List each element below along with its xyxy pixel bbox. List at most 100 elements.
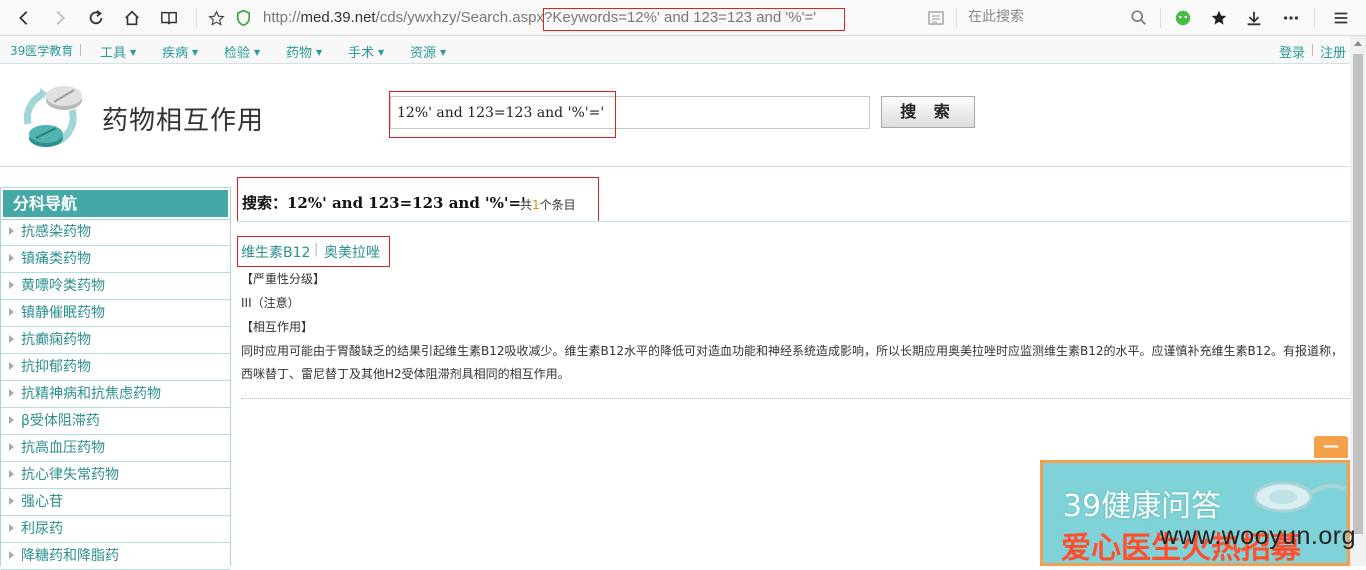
watermark: www.wooyun.org bbox=[1160, 522, 1356, 550]
downloads-button[interactable] bbox=[1240, 4, 1268, 32]
count-prefix: 共 bbox=[520, 198, 533, 212]
caret-down-icon: ▼ bbox=[130, 48, 137, 57]
drug-link-omeprazole[interactable]: 奥美拉唑 bbox=[324, 242, 380, 262]
sidebar-item-label: 镇静催眠药物 bbox=[21, 305, 105, 321]
url-scheme: http:// bbox=[263, 9, 301, 26]
caret-down-icon: ▼ bbox=[192, 48, 199, 57]
sidebar-item-label: 镇痛类药物 bbox=[21, 251, 91, 267]
hamburger-icon bbox=[1334, 12, 1348, 24]
ad-title: 39健康问答 bbox=[1063, 489, 1222, 524]
drug-link-vitamin-b12[interactable]: 维生素B12 bbox=[241, 242, 310, 262]
login-link[interactable]: 登录 bbox=[1279, 42, 1305, 61]
department-sidebar: 分科导航 抗感染药物镇痛类药物黄嘌呤类药物 镇静催眠药物 抗癫痫药物抗抑郁药物抗精神… bbox=[0, 187, 231, 570]
shield-icon[interactable] bbox=[235, 9, 252, 27]
result-divider bbox=[237, 221, 1350, 222]
nav-label: 药物 bbox=[286, 46, 313, 61]
sidebar-item[interactable]: 镇痛类药物 bbox=[1, 246, 230, 273]
result-heading: 搜索：12%' and 123=123 and '%'=' bbox=[242, 194, 526, 212]
sidebar-item-label: β受体阻滞药 bbox=[21, 413, 100, 429]
nav-item-diseases[interactable]: 疾病 ▼ bbox=[162, 42, 198, 61]
site-home-link[interactable]: 39医学教育 bbox=[10, 42, 73, 59]
sidebar-item-label: 抗癫痫药物 bbox=[21, 332, 91, 348]
reload-button[interactable] bbox=[82, 4, 110, 32]
severity-label: 【严重性分级】 bbox=[241, 272, 326, 286]
back-button[interactable] bbox=[10, 4, 38, 32]
home-button[interactable] bbox=[118, 4, 146, 32]
nav-label: 工具 bbox=[100, 46, 127, 61]
sidebar-item-label: 抗精神病和抗焦虑药物 bbox=[21, 386, 161, 402]
vertical-scrollbar[interactable] bbox=[1350, 36, 1366, 566]
menu-button[interactable] bbox=[1327, 4, 1355, 32]
reload-icon bbox=[89, 10, 103, 25]
wechat-button[interactable] bbox=[1169, 4, 1197, 32]
forward-button[interactable] bbox=[46, 4, 74, 32]
scroll-thumb[interactable] bbox=[1353, 54, 1363, 534]
result-dotted-divider bbox=[241, 398, 1349, 399]
browser-toolbar: http://med.39.net/cds/ywxhzy/Search.aspx… bbox=[0, 0, 1366, 36]
pill-logo-icon[interactable] bbox=[14, 80, 94, 156]
scroll-up-icon[interactable] bbox=[1354, 41, 1362, 46]
sidebar-item-label: 抗心律失常药物 bbox=[21, 467, 119, 483]
nav-item-tests[interactable]: 检验 ▼ bbox=[224, 42, 260, 61]
nav-label: 手术 bbox=[348, 46, 375, 61]
bookmarks-button[interactable] bbox=[1205, 4, 1233, 32]
nav-item-tools[interactable]: 工具 ▼ bbox=[100, 42, 136, 61]
search-button[interactable]: 搜 索 bbox=[881, 96, 975, 128]
url-domain: med.39.net bbox=[300, 9, 376, 26]
url-path: /cds/ywxhzy/Search.aspx bbox=[375, 9, 544, 26]
sidebar-item[interactable]: 抗感染药物 bbox=[1, 219, 230, 246]
caret-down-icon: ▼ bbox=[378, 48, 385, 57]
triangle-right-icon bbox=[9, 551, 14, 559]
back-arrow-icon bbox=[19, 11, 28, 25]
triangle-right-icon bbox=[9, 335, 14, 343]
page-title: 药物相互作用 bbox=[102, 106, 265, 136]
nav-item-resources[interactable]: 资源 ▼ bbox=[410, 42, 446, 61]
more-dots-icon bbox=[1283, 16, 1299, 20]
sidebar-item[interactable]: 抗精神病和抗焦虑药物 bbox=[1, 381, 230, 408]
ad-minimize-button[interactable]: — bbox=[1314, 436, 1348, 458]
triangle-right-icon bbox=[9, 470, 14, 478]
header-divider bbox=[0, 166, 1350, 167]
search-icon[interactable] bbox=[1130, 9, 1148, 27]
register-link[interactable]: 注册 bbox=[1320, 42, 1346, 61]
download-icon bbox=[1247, 11, 1261, 26]
nav-item-surgery[interactable]: 手术 ▼ bbox=[348, 42, 384, 61]
sidebar-item[interactable]: 抗心律失常药物 bbox=[1, 462, 230, 489]
triangle-right-icon bbox=[9, 416, 14, 424]
sidebar-item[interactable]: 黄嘌呤类药物 bbox=[1, 273, 230, 300]
sidebar-item-label: 抗感染药物 bbox=[21, 224, 91, 240]
sidebar-title: 分科导航 bbox=[0, 187, 231, 220]
wechat-icon bbox=[1175, 10, 1191, 26]
severity-value: III（注意） bbox=[241, 296, 300, 310]
address-bar[interactable]: http://med.39.net/cds/ywxhzy/Search.aspx… bbox=[200, 4, 952, 32]
nav-label: 检验 bbox=[224, 46, 251, 61]
sidebar-item[interactable]: 利尿药 bbox=[1, 516, 230, 543]
home-icon bbox=[125, 10, 139, 26]
count-suffix: 个条目 bbox=[539, 198, 576, 212]
sidebar-item-label: 黄嘌呤类药物 bbox=[21, 278, 105, 294]
drug-pair-box: 维生素B12 | 奥美拉唑 bbox=[237, 236, 390, 267]
result-count: 共1个条目 bbox=[520, 196, 576, 213]
triangle-right-icon bbox=[9, 254, 14, 262]
sidebar-item[interactable]: 抗癫痫药物 bbox=[1, 327, 230, 354]
more-button[interactable] bbox=[1277, 4, 1305, 32]
sidebar-item-label: 利尿药 bbox=[21, 521, 63, 537]
browser-search-box[interactable] bbox=[958, 4, 1154, 32]
sidebar-item[interactable]: β受体阻滞药 bbox=[1, 408, 230, 435]
triangle-right-icon bbox=[9, 524, 14, 532]
sidebar-item[interactable]: 抗抑郁药物 bbox=[1, 354, 230, 381]
caret-down-icon: ▼ bbox=[440, 48, 447, 57]
sidebar-item[interactable]: 镇静催眠药物 bbox=[1, 300, 230, 327]
drug-search-input[interactable] bbox=[390, 96, 870, 129]
bookmark-star-icon[interactable] bbox=[208, 10, 225, 27]
sidebar-item[interactable]: 抗高血压药物 bbox=[1, 435, 230, 462]
nav-label: 资源 bbox=[410, 46, 437, 61]
reader-view-icon[interactable] bbox=[928, 10, 944, 26]
triangle-right-icon bbox=[9, 362, 14, 370]
nav-item-drugs[interactable]: 药物 ▼ bbox=[286, 42, 322, 61]
sidebar-item-label: 降糖药和降脂药 bbox=[21, 548, 119, 564]
triangle-right-icon bbox=[9, 497, 14, 505]
library-button[interactable] bbox=[155, 4, 183, 32]
sidebar-item[interactable]: 强心苷 bbox=[1, 489, 230, 516]
browser-search-input[interactable] bbox=[968, 9, 1118, 25]
